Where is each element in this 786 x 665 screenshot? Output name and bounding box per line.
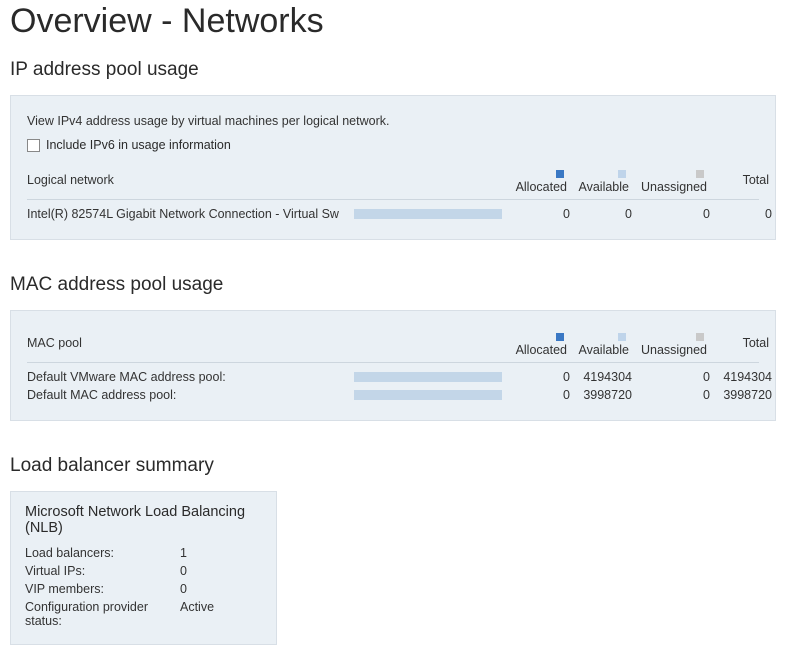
load-balancer-section: Load balancer summary Microsoft Network …	[10, 455, 776, 645]
kv-val: 0	[180, 564, 262, 578]
row-total: 3998720	[714, 388, 772, 402]
page-title: Overview - Networks	[10, 0, 776, 59]
col-header-total: Total	[711, 173, 769, 187]
kv-val: 0	[180, 582, 262, 596]
row-unassigned: 0	[636, 388, 714, 402]
kv-val: 1	[180, 546, 262, 560]
kv-row: Configuration provider status:Active	[25, 598, 262, 630]
row-total: 4194304	[714, 370, 772, 384]
row-unassigned: 0	[636, 207, 714, 221]
kv-val: Active	[180, 600, 262, 628]
mac-pool-table-header: MAC pool Allocated Available Unassigned …	[27, 329, 759, 363]
load-balancer-panel: Microsoft Network Load Balancing (NLB) L…	[10, 491, 277, 645]
ip-pool-panel: View IPv4 address usage by virtual machi…	[10, 95, 776, 240]
row-bar	[354, 372, 512, 382]
legend-unassigned-icon	[696, 333, 704, 341]
kv-key: VIP members:	[25, 582, 180, 596]
load-balancer-card-title: Microsoft Network Load Balancing (NLB)	[25, 504, 262, 536]
col-header-total: Total	[711, 336, 769, 350]
ipv6-checkbox[interactable]	[27, 139, 40, 152]
col-header-available: Available	[571, 166, 633, 194]
ip-pool-description: View IPv4 address usage by virtual machi…	[27, 114, 759, 128]
col-header-unassigned: Unassigned	[633, 329, 711, 357]
mac-pool-section: MAC address pool usage MAC pool Allocate…	[10, 274, 776, 421]
row-name: Intel(R) 82574L Gigabit Network Connecti…	[27, 207, 354, 221]
legend-available-icon	[618, 170, 626, 178]
row-available: 4194304	[574, 370, 636, 384]
col-header-name: Logical network	[27, 173, 354, 187]
row-name: Default MAC address pool:	[27, 388, 354, 402]
mac-pool-panel: MAC pool Allocated Available Unassigned …	[10, 310, 776, 421]
legend-allocated-icon	[556, 333, 564, 341]
ip-pool-section: IP address pool usage View IPv4 address …	[10, 59, 776, 240]
kv-key: Virtual IPs:	[25, 564, 180, 578]
ipv6-checkbox-row[interactable]: Include IPv6 in usage information	[27, 138, 759, 152]
row-allocated: 0	[512, 388, 574, 402]
table-row[interactable]: Intel(R) 82574L Gigabit Network Connecti…	[27, 205, 759, 223]
col-header-name: MAC pool	[27, 336, 354, 350]
row-unassigned: 0	[636, 370, 714, 384]
row-bar	[354, 390, 512, 400]
load-balancer-section-title: Load balancer summary	[10, 455, 776, 477]
kv-key: Load balancers:	[25, 546, 180, 560]
kv-row: Virtual IPs:0	[25, 562, 262, 580]
row-available: 3998720	[574, 388, 636, 402]
ip-pool-section-title: IP address pool usage	[10, 59, 776, 81]
row-name: Default VMware MAC address pool:	[27, 370, 354, 384]
kv-key: Configuration provider status:	[25, 600, 180, 628]
col-header-allocated: Allocated	[509, 329, 571, 357]
usage-bar	[354, 372, 502, 382]
legend-available-icon	[618, 333, 626, 341]
row-allocated: 0	[512, 370, 574, 384]
col-header-available: Available	[571, 329, 633, 357]
table-row[interactable]: Default VMware MAC address pool: 04194304…	[27, 368, 759, 386]
row-total: 0	[714, 207, 772, 221]
kv-row: Load balancers:1	[25, 544, 262, 562]
usage-bar	[354, 209, 502, 219]
usage-bar	[354, 390, 502, 400]
ipv6-checkbox-label: Include IPv6 in usage information	[46, 138, 231, 152]
legend-allocated-icon	[556, 170, 564, 178]
col-header-allocated: Allocated	[509, 166, 571, 194]
mac-pool-section-title: MAC address pool usage	[10, 274, 776, 296]
row-bar	[354, 209, 512, 219]
table-row[interactable]: Default MAC address pool:039987200399872…	[27, 386, 759, 404]
legend-unassigned-icon	[696, 170, 704, 178]
kv-row: VIP members:0	[25, 580, 262, 598]
row-allocated: 0	[512, 207, 574, 221]
ip-pool-table-header: Logical network Allocated Available Unas…	[27, 166, 759, 200]
row-available: 0	[574, 207, 636, 221]
col-header-unassigned: Unassigned	[633, 166, 711, 194]
